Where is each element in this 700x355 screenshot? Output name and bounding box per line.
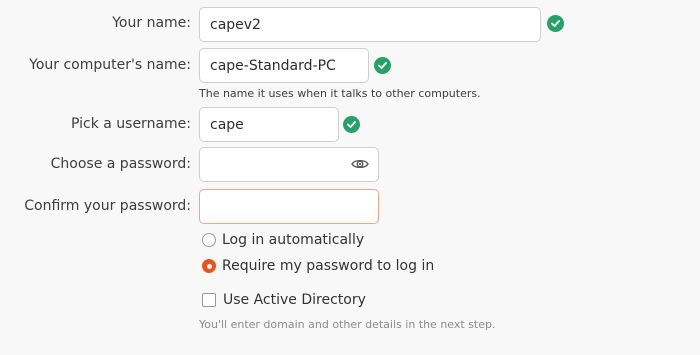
- computer-name-field[interactable]: [199, 48, 369, 83]
- name-field[interactable]: [199, 7, 541, 42]
- eye-icon[interactable]: [350, 156, 370, 172]
- username-label: Pick a username:: [70, 116, 191, 132]
- confirm-password-field[interactable]: [199, 189, 379, 224]
- check-circle-icon: [547, 15, 564, 32]
- radio-button[interactable]: [202, 233, 216, 247]
- active-directory-label: Use Active Directory: [223, 292, 366, 308]
- password-label: Choose a password:: [50, 156, 191, 172]
- active-directory-hint: You'll enter domain and other details in…: [199, 318, 496, 331]
- check-circle-icon: [374, 57, 391, 74]
- login-automatically-option[interactable]: Log in automatically: [202, 232, 364, 248]
- username-field[interactable]: [199, 107, 339, 142]
- active-directory-option[interactable]: Use Active Directory: [202, 292, 366, 308]
- confirm-password-label: Confirm your password:: [24, 198, 191, 214]
- require-password-label: Require my password to log in: [222, 258, 435, 274]
- check-circle-icon: [343, 116, 360, 133]
- active-directory-checkbox[interactable]: [202, 293, 216, 307]
- radio-button-selected[interactable]: [202, 259, 216, 273]
- login-automatically-label: Log in automatically: [222, 232, 365, 248]
- require-password-option[interactable]: Require my password to log in: [202, 258, 434, 274]
- computer-name-label: Your computer's name:: [29, 57, 191, 73]
- name-label: Your name:: [112, 15, 191, 31]
- computer-name-hint: The name it uses when it talks to other …: [199, 87, 481, 100]
